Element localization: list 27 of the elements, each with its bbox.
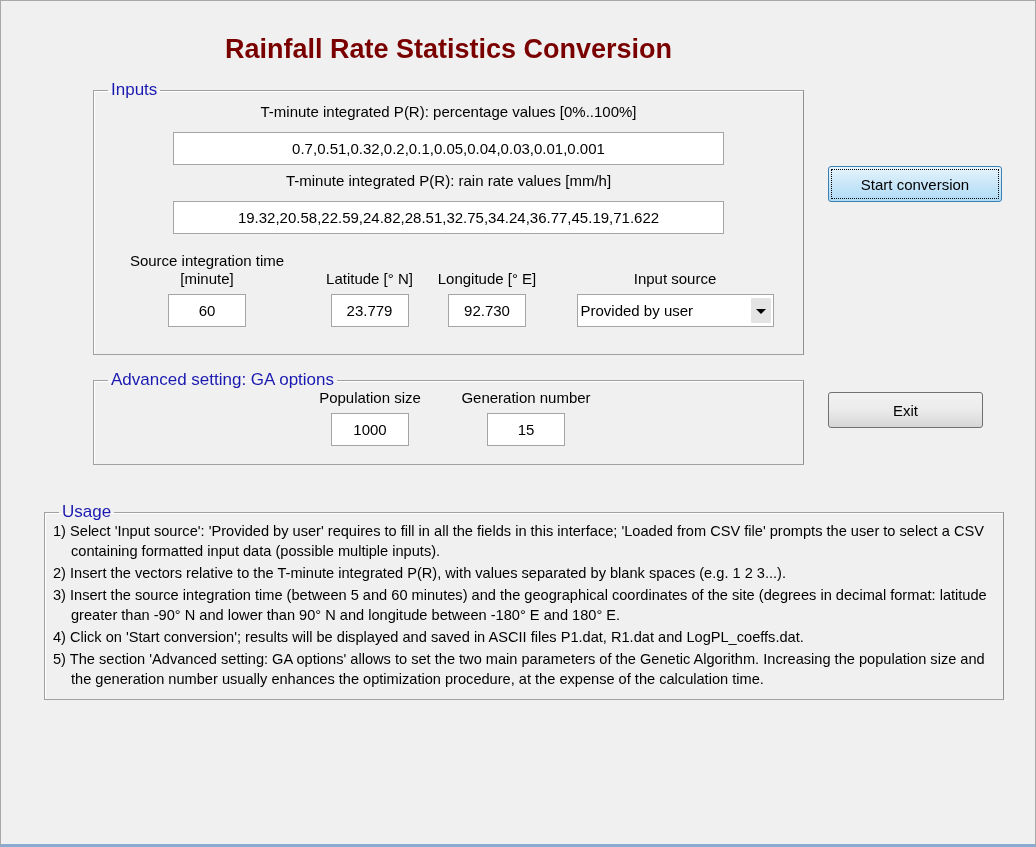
input-field[interactable]: 60 xyxy=(168,294,246,327)
field-label: T-minute integrated P(R): rain rate values [mm/h] xyxy=(285,172,612,190)
input-field[interactable]: 0.7,0.51,0.32,0.2,0.1,0.05,0.04,0.03,0.01,0.001 xyxy=(173,132,724,165)
panel-title: Advanced setting: GA options xyxy=(110,371,336,389)
field-label: Input source xyxy=(633,270,717,288)
input-field[interactable]: 19.32,20.58,22.59,24.82,28.51,32.75,34.24,36.77,45.19,71.622 xyxy=(173,201,724,234)
input-source-dropdown[interactable]: Provided by user xyxy=(576,294,774,327)
input-field[interactable]: 15 xyxy=(487,413,565,446)
input-field[interactable]: 92.730 xyxy=(448,294,526,327)
exit-button[interactable]: Exit xyxy=(828,392,983,428)
input-field[interactable]: 23.779 xyxy=(330,294,409,327)
field-label: Source integration time [minute] xyxy=(128,252,286,288)
field-label: Latitude [° N] xyxy=(326,270,413,288)
usage-text: 4) Click on 'Start conversion'; results will be displayed and saved in ASCII files P1.dat, R1.dat and LogPL_coeffs.dat. xyxy=(53,628,805,647)
usage-text: 5) The section 'Advanced setting: GA options' allows to set the two main parameters of the Genetic Algorithm. Increasing the population size and the generation number usually enhances the optimization procedure, at the expense of the calculation time. xyxy=(53,650,986,689)
usage-text: 1) Select 'Input source': 'Provided by user' requires to fill in all the fields in this interface; 'Loaded from CSV file' prompts the user to select a CSV containing formatted input data (possible multiple inputs). xyxy=(53,522,985,561)
usage-text: 3) Insert the source integration time (between 5 and 60 minutes) and the geographical coordinates of the site (degrees in decimal format: latitude greater than -90° N and lower than 90° N and longitude between -180° E and 180° E. xyxy=(53,586,988,625)
app-title: Rainfall Rate Statistics Conversion xyxy=(223,33,674,66)
field-label: Generation number xyxy=(461,389,591,407)
usage-text: 2) Insert the vectors relative to the T-minute integrated P(R), with values separated by blank spaces (e.g. 1 2 3...). xyxy=(53,564,788,583)
input-field[interactable]: 1000 xyxy=(331,413,409,446)
panel-title: Usage xyxy=(61,503,113,521)
panel-title: Inputs xyxy=(110,81,159,99)
start-conversion-button[interactable]: Start conversion xyxy=(828,166,1002,202)
field-label: T-minute integrated P(R): percentage values [0%..100%] xyxy=(260,103,637,121)
field-label: Longitude [° E] xyxy=(437,270,537,288)
field-label: Population size xyxy=(319,389,421,407)
